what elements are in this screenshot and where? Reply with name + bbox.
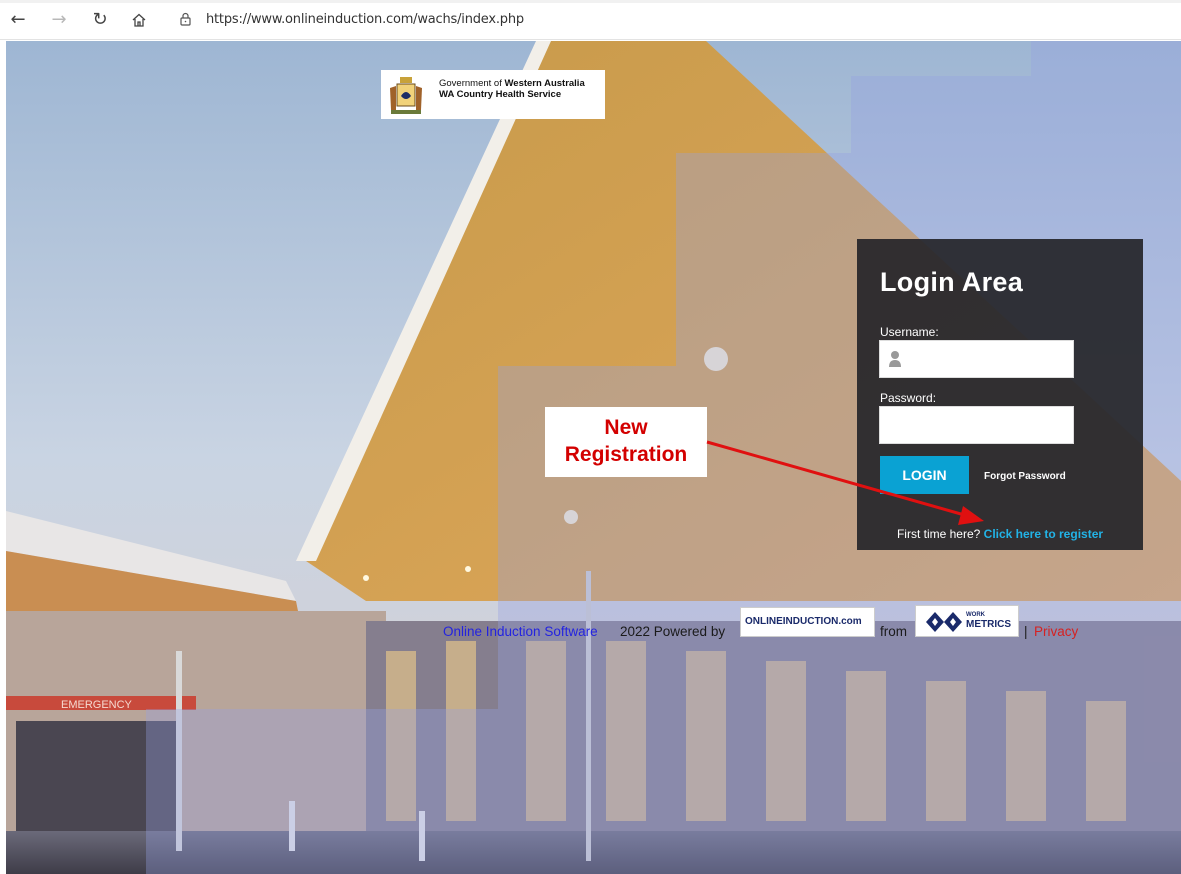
footer: Online Induction Software 2022 Powered b… — [443, 605, 1103, 645]
privacy-link[interactable]: Privacy — [1034, 624, 1078, 639]
reload-icon[interactable]: ↻ — [88, 8, 112, 32]
decor-overlay — [676, 153, 851, 874]
footer-separator: | — [1024, 624, 1028, 639]
workmetrics-big-text: METRICS — [966, 619, 1011, 630]
wa-health-logo[interactable]: Government of Western Australia WA Count… — [381, 70, 605, 119]
forward-icon[interactable]: → — [47, 8, 71, 32]
first-time-text: First time here? — [896, 527, 984, 541]
workmetrics-logo[interactable]: WORK METRICS — [915, 605, 1019, 637]
browser-toolbar: ← → ↻ https://www.onlineinduction.com/wa… — [0, 0, 1181, 40]
from-text: from — [880, 624, 907, 639]
lock-icon[interactable] — [180, 12, 191, 26]
register-link[interactable]: Click here to register — [984, 527, 1103, 541]
address-bar[interactable]: https://www.onlineinduction.com/wachs/in… — [170, 7, 1170, 33]
callout-line1: New — [604, 416, 648, 439]
logo-service-text: WA Country Health Service — [439, 89, 562, 100]
new-registration-callout: New Registration — [545, 407, 707, 477]
workmetrics-small-text: WORK — [966, 612, 985, 618]
forgot-password-link[interactable]: Forgot Password — [984, 471, 1066, 482]
callout-line2: Registration — [564, 443, 688, 466]
coat-of-arms-icon — [390, 77, 422, 114]
login-title: Login Area — [880, 267, 1024, 297]
user-icon — [889, 351, 901, 367]
onlineinduction-logo-text: ONLINEINDUCTION.com — [745, 616, 862, 627]
workmetrics-mark-icon — [926, 612, 962, 632]
online-induction-software-link[interactable]: Online Induction Software — [443, 624, 598, 639]
login-panel: Login Area Username: Password: LOGIN For… — [857, 239, 1143, 550]
back-icon[interactable]: ← — [6, 8, 30, 32]
login-button[interactable]: LOGIN — [880, 456, 969, 494]
svg-text:EMERGENCY: EMERGENCY — [61, 699, 133, 711]
username-label: Username: — [880, 325, 939, 339]
password-label: Password: — [880, 391, 937, 405]
onlineinduction-logo[interactable]: ONLINEINDUCTION.com — [740, 607, 875, 637]
home-icon[interactable] — [127, 8, 151, 32]
page-content: EMERGENCY Government of Western Australi… — [6, 41, 1181, 874]
password-field[interactable] — [879, 406, 1074, 444]
url-text[interactable]: https://www.onlineinduction.com/wachs/in… — [206, 12, 524, 27]
logo-state: Western Australia — [504, 78, 585, 89]
register-row: First time here? Click here to register — [857, 527, 1143, 541]
logo-government-text: Government of Western Australia — [439, 78, 585, 89]
decor-overlay — [146, 709, 498, 874]
tab-strip — [0, 0, 1181, 3]
username-field[interactable] — [879, 340, 1074, 378]
logo-prefix: Government of — [439, 78, 505, 89]
decor-overlay — [1031, 41, 1181, 76]
powered-by-text: 2022 Powered by — [620, 624, 726, 639]
